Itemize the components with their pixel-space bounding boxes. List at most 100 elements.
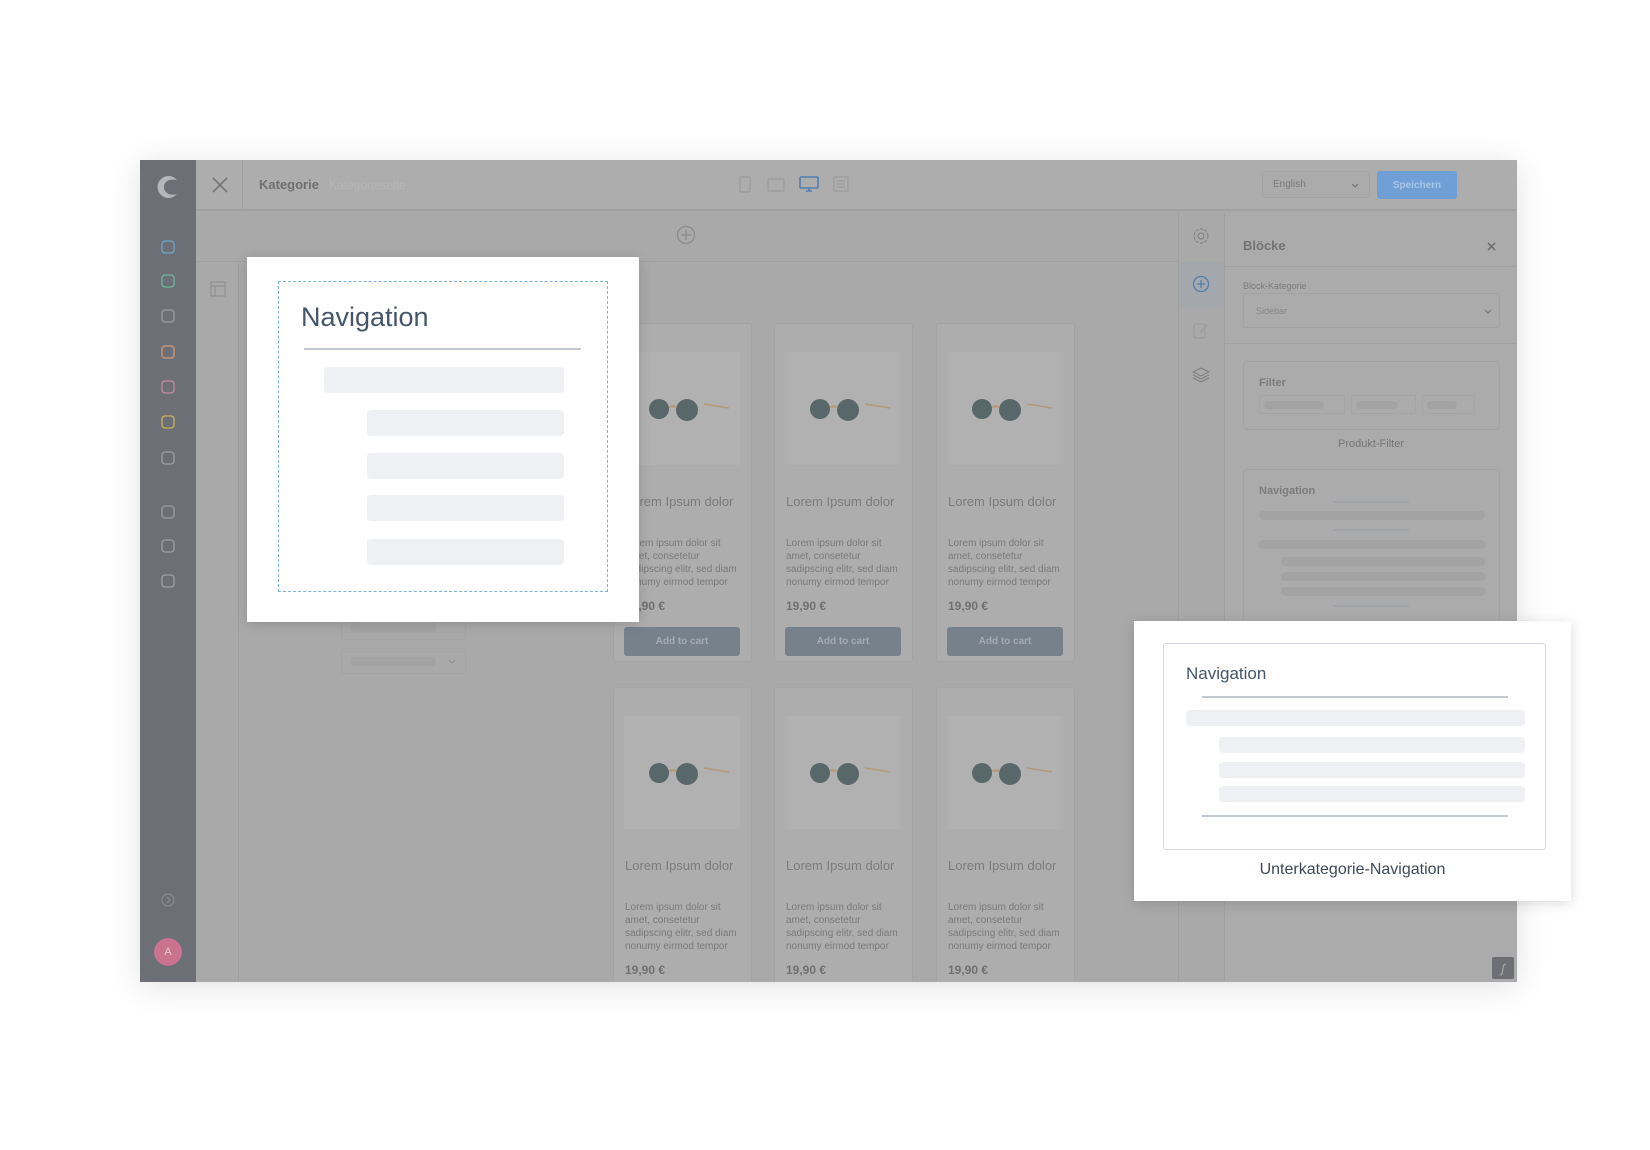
add-section-icon[interactable] bbox=[676, 225, 696, 245]
product-description: Lorem ipsum dolor sit amet, consetetur s… bbox=[786, 538, 898, 588]
product-image bbox=[947, 716, 1063, 829]
product-description: Lorem ipsum dolor sit amet, consetetur s… bbox=[786, 902, 898, 952]
nav-item bbox=[1186, 710, 1525, 726]
page-title: Kategorie bbox=[259, 177, 319, 192]
orders-icon[interactable] bbox=[158, 306, 178, 326]
filter-title: Filter bbox=[1259, 377, 1286, 389]
tablet-view-icon[interactable] bbox=[767, 178, 785, 192]
marketing-icon[interactable] bbox=[158, 412, 178, 432]
nav-subitem bbox=[367, 453, 564, 479]
edit-icon[interactable] bbox=[1193, 321, 1209, 339]
products-icon[interactable] bbox=[158, 271, 178, 291]
product-price: 19,90 € bbox=[786, 963, 827, 977]
store-icon[interactable] bbox=[158, 571, 178, 591]
product-description: Lorem ipsum dolor sit amet, consetetur s… bbox=[948, 902, 1060, 952]
product-image bbox=[785, 716, 901, 829]
desktop-view-icon[interactable] bbox=[799, 176, 819, 193]
layers-icon[interactable] bbox=[1192, 367, 1210, 383]
subcategory-navigation-popup: Navigation Unterkategorie-Navigation bbox=[1134, 621, 1571, 901]
divider bbox=[238, 263, 239, 982]
add-to-cart-label: Add to cart bbox=[655, 636, 709, 647]
list-view-icon[interactable] bbox=[833, 176, 849, 192]
nav-subitem bbox=[367, 539, 564, 565]
product-image bbox=[785, 352, 901, 465]
nav-item bbox=[324, 367, 564, 393]
close-icon[interactable] bbox=[212, 177, 228, 193]
product-title: Lorem Ipsum dolor bbox=[786, 494, 895, 509]
basket-icon[interactable] bbox=[158, 536, 178, 556]
admin-sidebar: A bbox=[140, 160, 196, 982]
panel-title: Blöcke bbox=[1243, 238, 1286, 253]
product-price: 19,90 € bbox=[625, 963, 666, 977]
subcategory-navigation-preview[interactable]: Navigation bbox=[1163, 643, 1546, 850]
product-title: Lorem Ipsum dolor bbox=[786, 858, 895, 873]
product-card[interactable]: Lorem Ipsum dolor Lorem ipsum dolor sit a… bbox=[613, 687, 752, 982]
settings-icon[interactable] bbox=[1192, 227, 1210, 245]
top-bar: Kategorie Kategorieseite English Speiche… bbox=[196, 160, 1517, 211]
product-description: Lorem ipsum dolor sit amet, consetetur s… bbox=[948, 538, 1060, 588]
navigation-heading: Navigation bbox=[301, 302, 429, 332]
product-image bbox=[624, 352, 740, 465]
avatar[interactable]: A bbox=[154, 938, 182, 966]
save-button[interactable]: Speichern bbox=[1377, 171, 1457, 199]
nav-subitem bbox=[367, 410, 564, 436]
filter-caption: Produkt-Filter bbox=[1337, 438, 1405, 450]
divider bbox=[242, 160, 243, 211]
language-select[interactable]: English bbox=[1262, 171, 1370, 198]
add-extension-icon[interactable] bbox=[158, 502, 178, 522]
block-caption: Unterkategorie-Navigation bbox=[1259, 861, 1446, 878]
dashboard-icon[interactable] bbox=[158, 237, 178, 257]
settings-icon[interactable] bbox=[158, 448, 178, 468]
block-category-value: Sidebar bbox=[1256, 306, 1288, 316]
product-card[interactable]: Lorem Ipsum dolor Lorem ipsum dolor sit a… bbox=[774, 323, 913, 662]
product-image bbox=[624, 716, 740, 829]
navigation-title: Navigation bbox=[1259, 485, 1316, 497]
product-card[interactable]: Lorem Ipsum dolor Lorem ipsum dolor sit a… bbox=[774, 687, 913, 982]
language-value: English bbox=[1273, 179, 1306, 190]
shopware-logo[interactable] bbox=[155, 174, 181, 200]
navigation-block-preview[interactable]: Navigation bbox=[1243, 469, 1500, 629]
layout-icon[interactable] bbox=[210, 281, 226, 297]
add-to-cart-label: Add to cart bbox=[816, 636, 870, 647]
close-icon[interactable] bbox=[1487, 242, 1496, 251]
add-to-cart-button[interactable]: Add to cart bbox=[624, 627, 740, 656]
product-price: 19,90 € bbox=[786, 599, 827, 613]
nav-subitem bbox=[1219, 762, 1525, 778]
product-title: Lorem Ipsum dolor bbox=[948, 858, 1057, 873]
add-to-cart-button[interactable]: Add to cart bbox=[785, 627, 901, 656]
filter-block-preview[interactable]: Filter bbox=[1243, 361, 1500, 430]
selected-block-outline[interactable]: Navigation bbox=[278, 281, 608, 592]
add-block-icon bbox=[1192, 275, 1210, 293]
content-icon[interactable] bbox=[158, 377, 178, 397]
product-card[interactable]: Lorem Ipsum dolor Lorem ipsum dolor sit a… bbox=[936, 687, 1075, 982]
product-description: Lorem ipsum dolor sit amet, consetetur s… bbox=[625, 902, 737, 952]
nav-subitem bbox=[367, 495, 564, 521]
add-to-cart-button[interactable]: Add to cart bbox=[947, 627, 1063, 656]
divider bbox=[304, 348, 581, 350]
blocks-tab[interactable] bbox=[1179, 262, 1224, 307]
navigation-block-popup: Navigation bbox=[247, 257, 639, 622]
symfony-toolbar-icon[interactable]: ʃ bbox=[1492, 957, 1514, 979]
chevron-down-icon bbox=[1351, 183, 1359, 188]
chevron-down-icon bbox=[448, 659, 456, 664]
avatar-initial: A bbox=[164, 946, 172, 958]
product-description: Lorem ipsum dolor sit amet, consetetur s… bbox=[625, 538, 737, 588]
product-title: Lorem Ipsum dolor bbox=[625, 494, 734, 509]
block-category-label: Block-Kategorie bbox=[1243, 281, 1307, 291]
block-category-select[interactable]: Sidebar bbox=[1243, 293, 1500, 328]
product-price: 19,90 € bbox=[948, 599, 989, 613]
mobile-view-icon[interactable] bbox=[739, 176, 751, 193]
page-subtitle: Kategorieseite bbox=[329, 178, 406, 192]
collapse-sidebar-icon[interactable] bbox=[158, 890, 178, 910]
product-card[interactable]: Lorem Ipsum dolor Lorem ipsum dolor sit a… bbox=[936, 323, 1075, 662]
product-title: Lorem Ipsum dolor bbox=[948, 494, 1057, 509]
nav-subitem bbox=[1219, 786, 1525, 802]
canvas-toolbar bbox=[196, 213, 1178, 262]
save-label: Speichern bbox=[1392, 179, 1442, 191]
product-image bbox=[947, 352, 1063, 465]
product-price: 19,90 € bbox=[948, 963, 989, 977]
add-to-cart-label: Add to cart bbox=[978, 636, 1032, 647]
customers-icon[interactable] bbox=[158, 342, 178, 362]
chevron-down-icon bbox=[1484, 309, 1492, 314]
sidebar-select-2[interactable] bbox=[341, 648, 466, 674]
